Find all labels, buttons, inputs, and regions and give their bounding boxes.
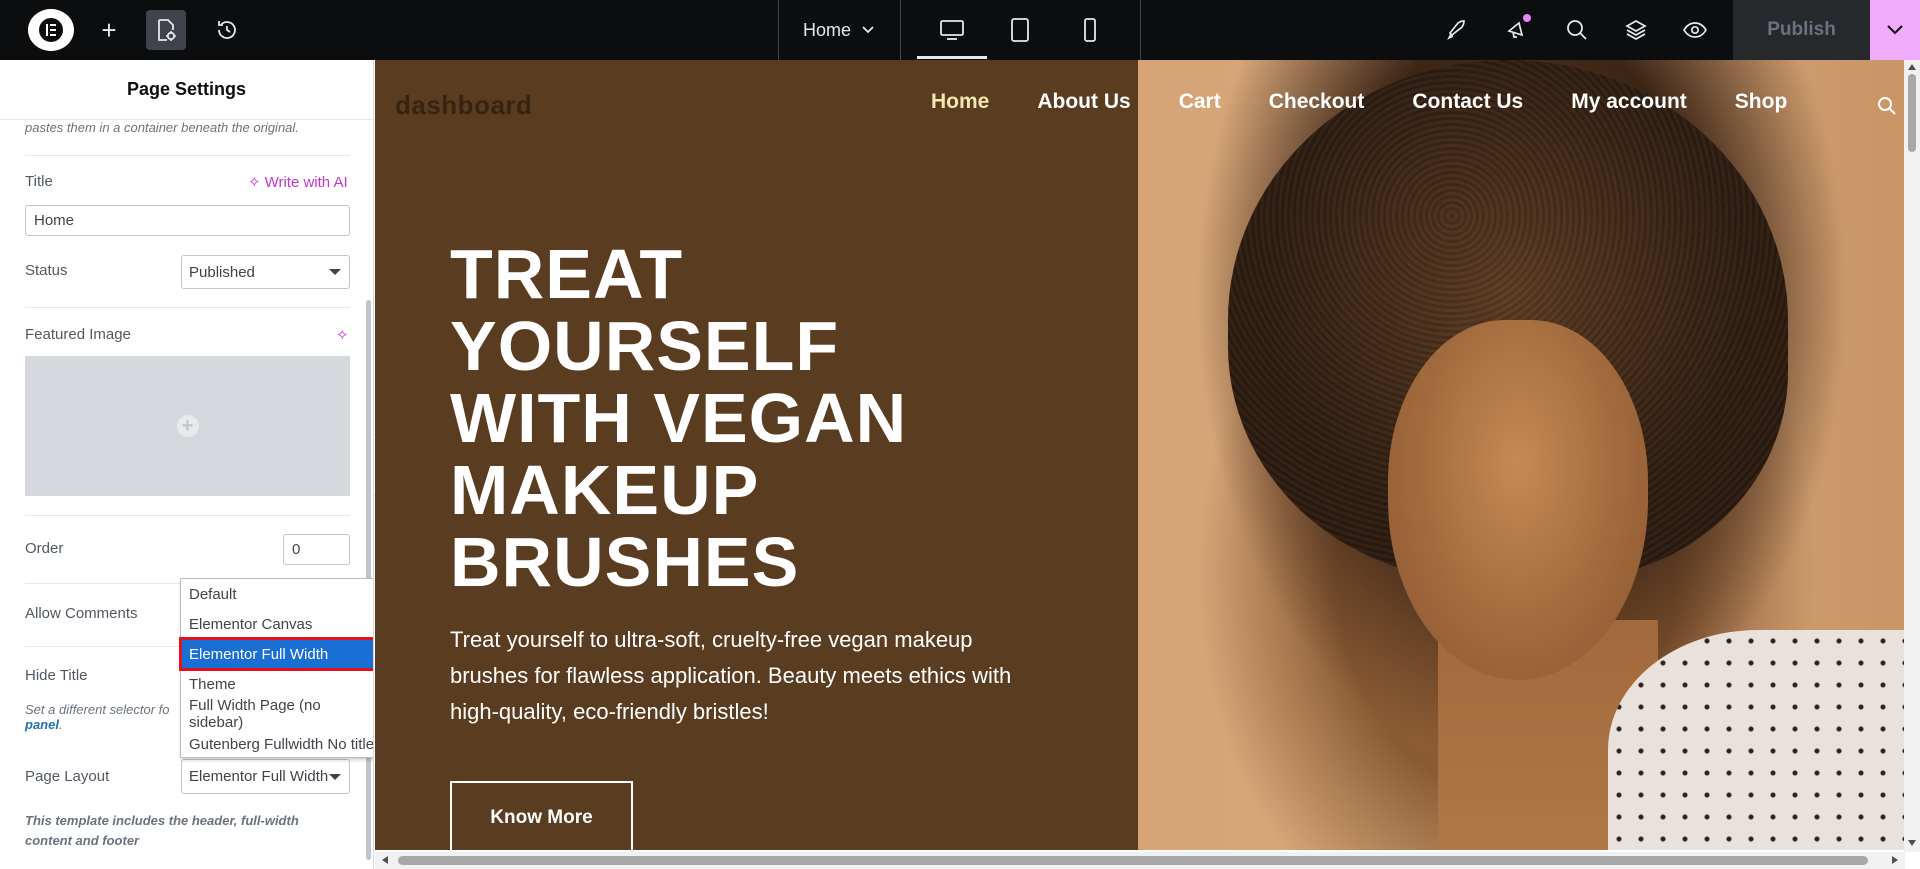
chevron-down-icon xyxy=(862,26,874,34)
dropdown-option[interactable]: Default xyxy=(181,579,373,609)
preview-icon xyxy=(1683,22,1707,38)
elementor-logo-icon[interactable] xyxy=(28,9,74,51)
scroll-up-icon[interactable] xyxy=(1908,64,1916,70)
notification-badge xyxy=(1523,14,1531,22)
site-navigation: Home About Us Cart Checkout Contact Us M… xyxy=(931,90,1835,114)
chevron-down-icon xyxy=(1887,25,1903,35)
add-element-button[interactable]: + xyxy=(96,12,122,48)
caret-down-icon xyxy=(329,773,341,780)
divider xyxy=(1140,0,1141,60)
dropdown-option[interactable]: Theme xyxy=(181,669,373,699)
finder-button[interactable] xyxy=(1559,12,1595,48)
divider xyxy=(25,155,350,156)
face-shape xyxy=(1388,320,1648,680)
tablet-view-button[interactable] xyxy=(1002,12,1038,48)
hide-title-hint: Set a different selector fo panel. xyxy=(25,702,185,732)
publish-button[interactable]: Publish xyxy=(1733,0,1870,60)
dropdown-option-selected[interactable]: Elementor Full Width xyxy=(179,637,373,671)
page-layout-select[interactable]: Elementor Full Width xyxy=(181,759,350,794)
ai-sparkle-icon[interactable]: ✧ xyxy=(336,326,349,344)
scroll-left-icon[interactable] xyxy=(382,856,388,864)
add-image-icon: + xyxy=(176,415,199,437)
page-settings-panel: Page Settings pastes them in a container… xyxy=(0,60,374,869)
nav-item-cart[interactable]: Cart xyxy=(1179,90,1221,114)
featured-image-label: Featured Image xyxy=(25,326,131,343)
divider xyxy=(25,515,350,516)
structure-button[interactable] xyxy=(1618,12,1654,48)
hide-title-label: Hide Title xyxy=(25,667,88,684)
sparkle-icon: ✧ xyxy=(248,174,261,191)
title-input[interactable]: Home xyxy=(25,205,350,236)
site-logo[interactable]: dashboard xyxy=(395,90,532,121)
plus-icon: + xyxy=(101,14,117,45)
dropdown-option[interactable]: Elementor Canvas xyxy=(181,609,373,639)
write-with-ai-label: Write with AI xyxy=(264,173,348,191)
featured-image-picker[interactable]: + xyxy=(25,356,350,496)
preview-button[interactable] xyxy=(1677,12,1713,48)
page-layout-dropdown: Default Elementor Canvas Elementor Full … xyxy=(179,578,373,759)
site-search-icon[interactable] xyxy=(1877,96,1897,116)
page-settings-button[interactable] xyxy=(146,10,186,50)
nav-item-home[interactable]: Home xyxy=(931,90,989,114)
nav-item-contact[interactable]: Contact Us xyxy=(1412,90,1523,114)
nav-item-checkout[interactable]: Checkout xyxy=(1269,90,1365,114)
page-selector-label: Home xyxy=(802,19,851,40)
rocket-icon xyxy=(1447,20,1465,40)
tablet-icon xyxy=(1011,18,1029,42)
desktop-view-button[interactable] xyxy=(934,12,970,48)
dropdown-option[interactable]: Gutenberg Fullwidth No title xyxy=(181,729,373,759)
editor-top-bar: + Home Publish xyxy=(0,0,1920,60)
allow-comments-label: Allow Comments xyxy=(25,605,138,622)
history-button[interactable] xyxy=(210,12,244,48)
divider xyxy=(25,307,350,308)
page-layout-hint: This template includes the header, full-… xyxy=(25,813,299,848)
order-input[interactable]: 0 xyxy=(283,534,350,565)
scroll-down-icon[interactable] xyxy=(1908,840,1916,846)
hint-period: . xyxy=(58,717,63,732)
shirt-shape xyxy=(1608,630,1905,850)
page-selector-dropdown[interactable]: Home xyxy=(778,0,900,60)
hero-image xyxy=(1138,60,1905,850)
publish-options-button[interactable] xyxy=(1870,0,1920,60)
active-device-indicator xyxy=(917,56,987,59)
scroll-right-icon[interactable] xyxy=(1892,856,1898,864)
desktop-icon xyxy=(940,20,964,40)
panel-link[interactable]: panel xyxy=(25,717,59,732)
vertical-scroll-thumb[interactable] xyxy=(1908,74,1916,152)
mobile-view-button[interactable] xyxy=(1072,12,1108,48)
history-icon xyxy=(218,21,236,39)
notification-icon xyxy=(1507,21,1524,38)
search-icon xyxy=(1567,20,1587,40)
notifications-button[interactable] xyxy=(1499,12,1535,48)
site-settings-button[interactable] xyxy=(1439,12,1475,48)
status-label: Status xyxy=(25,262,68,279)
divider xyxy=(900,0,901,60)
caret-down-icon xyxy=(329,269,341,275)
hero-subtext: Treat yourself to ultra-soft, cruelty-fr… xyxy=(450,627,1012,724)
know-more-button[interactable]: Know More xyxy=(450,781,633,850)
dropdown-option[interactable]: Full Width Page (no sidebar) xyxy=(181,697,373,731)
top-note: pastes them in a container beneath the o… xyxy=(25,120,299,135)
editor-canvas: dashboard Home About Us Cart Checkout Co… xyxy=(375,60,1905,850)
nav-item-about[interactable]: About Us xyxy=(1037,90,1130,114)
nav-item-shop[interactable]: Shop xyxy=(1735,90,1788,114)
write-with-ai-button[interactable]: ✧ Write with AI xyxy=(248,173,348,192)
nav-item-account[interactable]: My account xyxy=(1571,90,1687,114)
layers-icon xyxy=(1625,20,1647,40)
status-select[interactable]: Published xyxy=(181,255,350,289)
order-label: Order xyxy=(25,540,64,557)
hide-title-hint-text: Set a different selector fo xyxy=(25,702,170,717)
horizontal-scroll-thumb[interactable] xyxy=(398,856,1868,865)
hero-headline: TREAT YOURSELF WITH VEGAN MAKEUP BRUSHES xyxy=(450,235,908,601)
page-layout-value: Elementor Full Width xyxy=(189,768,329,785)
canvas-vertical-scrollbar[interactable] xyxy=(1904,60,1920,852)
page-settings-icon xyxy=(158,19,176,41)
panel-title: Page Settings xyxy=(0,60,373,120)
page-layout-label: Page Layout xyxy=(25,768,110,785)
title-label: Title xyxy=(25,173,53,190)
mobile-icon xyxy=(1084,18,1096,42)
status-value: Published xyxy=(189,263,255,281)
